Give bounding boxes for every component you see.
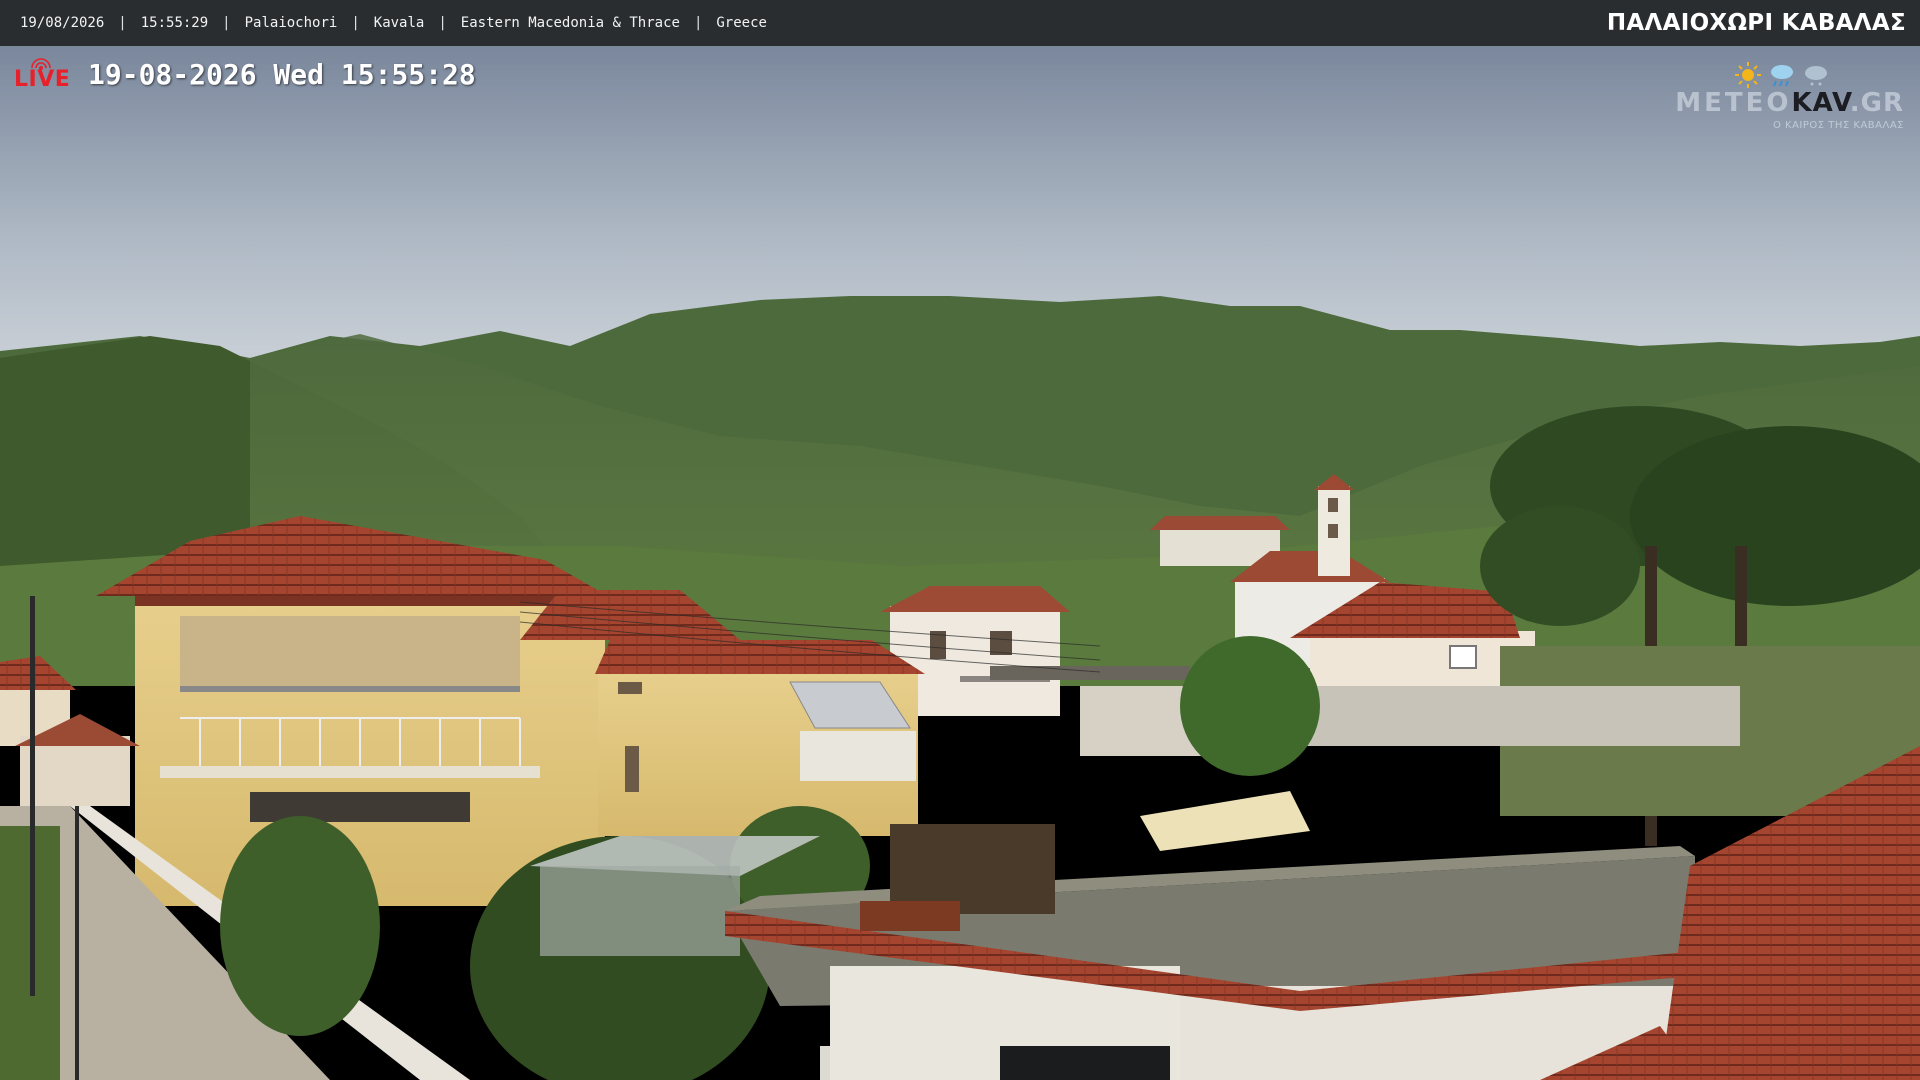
logo-part-meteo: METEO (1675, 88, 1792, 118)
snow-cloud-icon (1805, 66, 1827, 86)
country-text: Greece (716, 15, 767, 31)
region-text: Eastern Macedonia & Thrace (460, 15, 680, 31)
place-title: ΠΑΛΑΙΟΧΩΡΙ ΚΑΒΑΛΑΣ (1606, 10, 1906, 36)
separator: | (438, 15, 447, 31)
logo-wordmark: METEOKAV.GR (1675, 88, 1904, 118)
webcam-page: 19/08/2026 | 15:55:29 | Palaiochori | Ka… (0, 0, 1920, 1080)
separator: | (351, 15, 360, 31)
separator: | (118, 15, 127, 31)
separator: | (222, 15, 231, 31)
city-text: Kavala (373, 15, 425, 31)
landscape-image (0, 46, 1920, 1080)
info-bar: 19/08/2026 | 15:55:29 | Palaiochori | Ka… (0, 0, 1920, 46)
date-text: 19/08/2026 (20, 15, 105, 31)
logo-part-gr: .GR (1849, 88, 1904, 118)
weather-icons (1735, 62, 1827, 88)
separator: | (693, 15, 703, 31)
meteokav-logo: METEOKAV.GR Ο ΚΑΙΡΟΣ ΤΗΣ ΚΑΒΑΛΑΣ (1674, 58, 1904, 136)
time-text: 15:55:29 (140, 15, 209, 31)
live-badge: LIVE (14, 58, 70, 92)
village-text: Palaiochori (244, 15, 338, 31)
camera-view (0, 46, 1920, 1080)
logo-part-kav: KAV (1791, 88, 1850, 118)
live-label: LIVE (14, 67, 71, 92)
location-meta: 19/08/2026 | 15:55:29 | Palaiochori | Ka… (20, 0, 767, 46)
logo-tagline: Ο ΚΑΙΡΟΣ ΤΗΣ ΚΑΒΑΛΑΣ (1772, 120, 1904, 131)
camera-timestamp: 19-08-2026 Wed 15:55:28 (88, 58, 476, 91)
sun-icon (1735, 62, 1761, 88)
rain-cloud-icon (1771, 65, 1793, 87)
